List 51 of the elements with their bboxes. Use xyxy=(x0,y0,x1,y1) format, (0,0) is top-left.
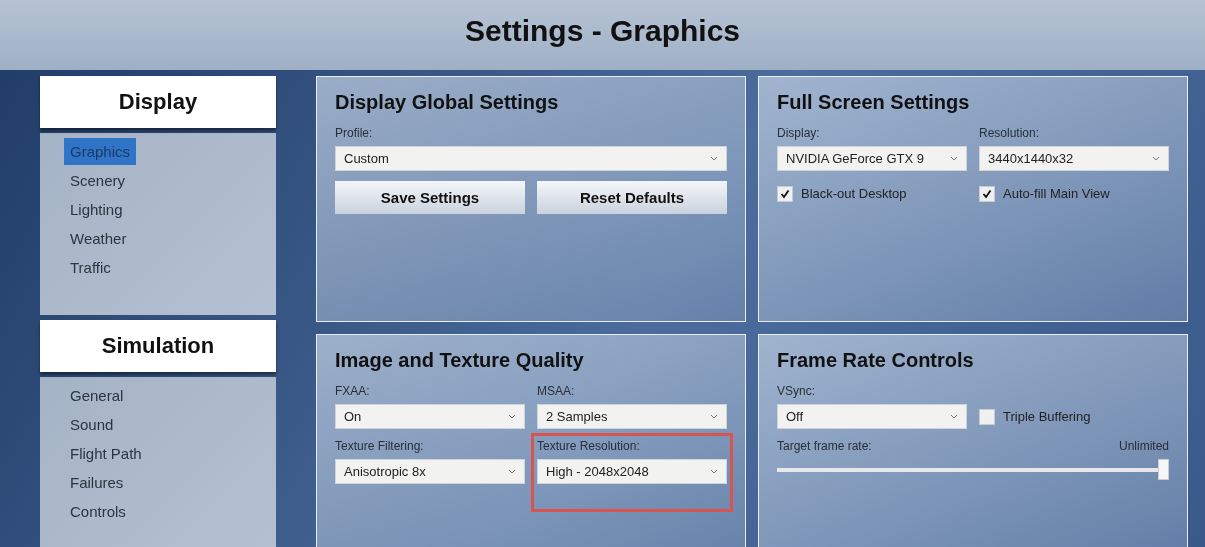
nav-item[interactable]: Traffic xyxy=(64,254,117,281)
nav-item[interactable]: Flight Path xyxy=(64,440,148,467)
chevron-down-icon xyxy=(508,414,516,419)
section-heading: Simulation xyxy=(40,320,276,372)
section-heading: Display xyxy=(40,76,276,128)
action-button[interactable]: Save Settings xyxy=(335,181,525,214)
nav-item[interactable]: General xyxy=(64,382,130,409)
nav-item[interactable]: Sound xyxy=(64,411,120,438)
panel-title: Full Screen Settings xyxy=(777,91,971,114)
nav-item[interactable]: Lighting xyxy=(64,196,129,223)
checkmark-icon xyxy=(780,188,790,199)
field-label: Resolution: xyxy=(979,126,1041,140)
field-label: MSAA: xyxy=(537,384,576,398)
field-label: Profile: xyxy=(335,126,374,140)
nav-item[interactable]: Controls xyxy=(64,498,132,525)
window-title: Settings - Graphics xyxy=(464,14,741,48)
slider-reading: Unlimited xyxy=(1119,439,1169,453)
panel-title: Display Global Settings xyxy=(335,91,560,114)
chevron-down-icon xyxy=(950,414,958,419)
nav-item[interactable]: Failures xyxy=(64,469,130,496)
dropdown[interactable]: 3440x1440x32 xyxy=(979,146,1169,171)
panel-title: Frame Rate Controls xyxy=(777,349,975,372)
chevron-down-icon xyxy=(710,414,718,419)
chevron-down-icon xyxy=(1152,156,1160,161)
checkmark-icon xyxy=(982,188,992,199)
field-label: VSync: xyxy=(777,384,816,398)
checkbox[interactable]: Black-out Desktop xyxy=(777,181,967,206)
field-label: Target frame rate: xyxy=(777,439,872,453)
chevron-down-icon xyxy=(950,156,958,161)
slider[interactable] xyxy=(777,459,1169,481)
action-button[interactable]: Reset Defaults xyxy=(537,181,727,214)
nav-item[interactable]: Weather xyxy=(64,225,133,252)
field-label: FXAA: xyxy=(335,384,371,398)
nav-item[interactable]: Scenery xyxy=(64,167,132,194)
chevron-down-icon xyxy=(710,469,718,474)
field-label: Texture Resolution: xyxy=(537,439,641,453)
dropdown[interactable]: High - 2048x2048 xyxy=(537,459,727,484)
dropdown[interactable]: Anisotropic 8x xyxy=(335,459,525,484)
dropdown[interactable]: On xyxy=(335,404,525,429)
panel-title: Image and Texture Quality xyxy=(335,349,585,372)
slider-thumb[interactable] xyxy=(1158,459,1169,480)
dropdown[interactable]: NVIDIA GeForce GTX 9 xyxy=(777,146,967,171)
dropdown[interactable]: Off xyxy=(777,404,967,429)
chevron-down-icon xyxy=(508,469,516,474)
dropdown[interactable]: Custom xyxy=(335,146,727,171)
field-label: Texture Filtering: xyxy=(335,439,425,453)
checkbox[interactable]: Triple Buffering xyxy=(979,404,1169,429)
field-label: Display: xyxy=(777,126,821,140)
dropdown[interactable]: 2 Samples xyxy=(537,404,727,429)
checkbox[interactable]: Auto-fill Main View xyxy=(979,181,1169,206)
chevron-down-icon xyxy=(710,156,718,161)
